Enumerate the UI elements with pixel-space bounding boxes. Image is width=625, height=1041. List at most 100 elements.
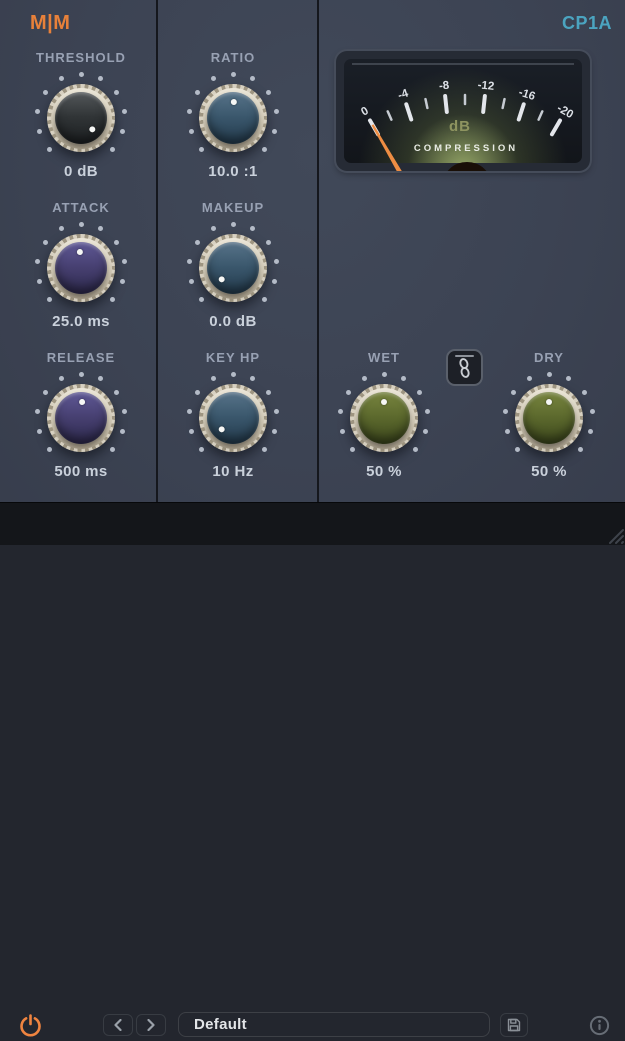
info-icon bbox=[589, 1015, 610, 1036]
knob-cap bbox=[523, 392, 575, 444]
meter-caption: COMPRESSION bbox=[414, 143, 518, 154]
knob-ring-dot bbox=[114, 90, 119, 95]
knob-ring-dot bbox=[262, 297, 267, 302]
knob-ring-dot bbox=[340, 429, 345, 434]
knob-ring-dot bbox=[272, 429, 277, 434]
info-button[interactable] bbox=[589, 1015, 610, 1039]
knob-ring-dot bbox=[250, 226, 255, 231]
knob-dry: DRY 50 % bbox=[474, 350, 624, 482]
next-preset-button[interactable] bbox=[136, 1014, 166, 1036]
knob-cap bbox=[55, 92, 107, 144]
knob-ring-dot bbox=[122, 109, 127, 114]
knob-release: RELEASE 500 ms bbox=[6, 350, 156, 482]
attack-knob-control[interactable] bbox=[31, 218, 131, 318]
keyhp-knob-control[interactable] bbox=[183, 368, 283, 468]
knob-ring-dot bbox=[47, 297, 52, 302]
knob-ring-dot bbox=[272, 129, 277, 134]
knob-indicator-dot bbox=[381, 399, 387, 405]
vu-meter: 0-4-8-12-16-20 dB COMPRESSION bbox=[336, 51, 590, 171]
knob-ring-dot bbox=[122, 259, 127, 264]
knob-ring-dot bbox=[547, 372, 552, 377]
knob-ring-dot bbox=[503, 409, 508, 414]
knob-ring-dot bbox=[566, 376, 571, 381]
knob-ring-dot bbox=[110, 147, 115, 152]
knob-ring-dot bbox=[527, 376, 532, 381]
knob-ring-dot bbox=[511, 390, 516, 395]
knob-ring-dot bbox=[423, 429, 428, 434]
power-button[interactable] bbox=[18, 1013, 43, 1041]
save-preset-button[interactable] bbox=[500, 1013, 528, 1037]
knob-attack: ATTACK 25.0 ms bbox=[6, 200, 156, 332]
knob-ring-dot bbox=[231, 72, 236, 77]
knob-ring-dot bbox=[187, 109, 192, 114]
knob-ring-dot bbox=[35, 259, 40, 264]
power-icon bbox=[18, 1013, 43, 1038]
knob-ring-dot bbox=[79, 222, 84, 227]
ratio-knob-control[interactable] bbox=[183, 68, 283, 168]
knob-ring-dot bbox=[59, 376, 64, 381]
knob-label: RELEASE bbox=[6, 350, 156, 366]
knob-ring-dot bbox=[346, 390, 351, 395]
knob-ring-dot bbox=[401, 376, 406, 381]
knob-ring-dot bbox=[120, 429, 125, 434]
knob-label: RATIO bbox=[158, 50, 308, 66]
product-name: CP1A bbox=[562, 13, 612, 34]
knob-ring-dot bbox=[199, 297, 204, 302]
svg-text:-8: -8 bbox=[438, 80, 450, 93]
knob-indicator-dot bbox=[231, 99, 237, 105]
knob-label: DRY bbox=[474, 350, 624, 366]
knob-ring-dot bbox=[211, 376, 216, 381]
preset-name: Default bbox=[194, 1016, 247, 1033]
knob-ring-dot bbox=[195, 90, 200, 95]
knob-ring-dot bbox=[189, 429, 194, 434]
previous-preset-button[interactable] bbox=[103, 1014, 133, 1036]
knob-label: WET bbox=[309, 350, 459, 366]
knob-label: KEY HP bbox=[158, 350, 308, 366]
knob-ring-dot bbox=[231, 222, 236, 227]
knob-cap bbox=[207, 242, 259, 294]
knob-ring-dot bbox=[114, 390, 119, 395]
knob-ring-dot bbox=[350, 447, 355, 452]
knob-ring-dot bbox=[250, 76, 255, 81]
knob-ring-dot bbox=[47, 447, 52, 452]
meter-unit-label: dB bbox=[449, 118, 471, 135]
knob-ring-dot bbox=[195, 390, 200, 395]
knob-ring-dot bbox=[231, 372, 236, 377]
knob-indicator-dot bbox=[79, 399, 85, 405]
knob-ring-dot bbox=[187, 409, 192, 414]
knob-keyhp: KEY HP 10 Hz bbox=[158, 350, 308, 482]
makeup-knob-control[interactable] bbox=[183, 218, 283, 318]
knob-ring-dot bbox=[37, 129, 42, 134]
chevron-left-icon bbox=[114, 1019, 122, 1031]
knob-ring-dot bbox=[47, 147, 52, 152]
knob-ring-dot bbox=[211, 226, 216, 231]
knob-ring-dot bbox=[35, 109, 40, 114]
knob-ring-dot bbox=[266, 390, 271, 395]
resize-grip[interactable] bbox=[604, 524, 624, 544]
knob-ring-dot bbox=[274, 109, 279, 114]
wet-knob-control[interactable] bbox=[334, 368, 434, 468]
knob-wet: WET 50 % bbox=[309, 350, 459, 482]
knob-threshold: THRESHOLD 0 dB bbox=[6, 50, 156, 182]
knob-ring-dot bbox=[515, 447, 520, 452]
release-knob-control[interactable] bbox=[31, 368, 131, 468]
knob-ring-dot bbox=[37, 429, 42, 434]
vu-meter-panel: 0-4-8-12-16-20 dB COMPRESSION bbox=[336, 51, 590, 171]
preset-name-field[interactable]: Default bbox=[178, 1012, 490, 1037]
knob-ring-dot bbox=[199, 447, 204, 452]
dry-knob-control[interactable] bbox=[499, 368, 599, 468]
threshold-knob-control[interactable] bbox=[31, 68, 131, 168]
knob-ring-dot bbox=[120, 129, 125, 134]
svg-text:-12: -12 bbox=[477, 79, 495, 93]
knob-cap bbox=[55, 392, 107, 444]
knob-ring-dot bbox=[110, 297, 115, 302]
knob-cap bbox=[207, 392, 259, 444]
knob-cap bbox=[207, 92, 259, 144]
knob-ring-dot bbox=[413, 447, 418, 452]
knob-indicator-dot bbox=[546, 399, 552, 405]
knob-ring-dot bbox=[272, 279, 277, 284]
knob-ring-dot bbox=[590, 409, 595, 414]
knob-label: MAKEUP bbox=[158, 200, 308, 216]
knob-ring-dot bbox=[79, 72, 84, 77]
knob-ring-dot bbox=[362, 376, 367, 381]
